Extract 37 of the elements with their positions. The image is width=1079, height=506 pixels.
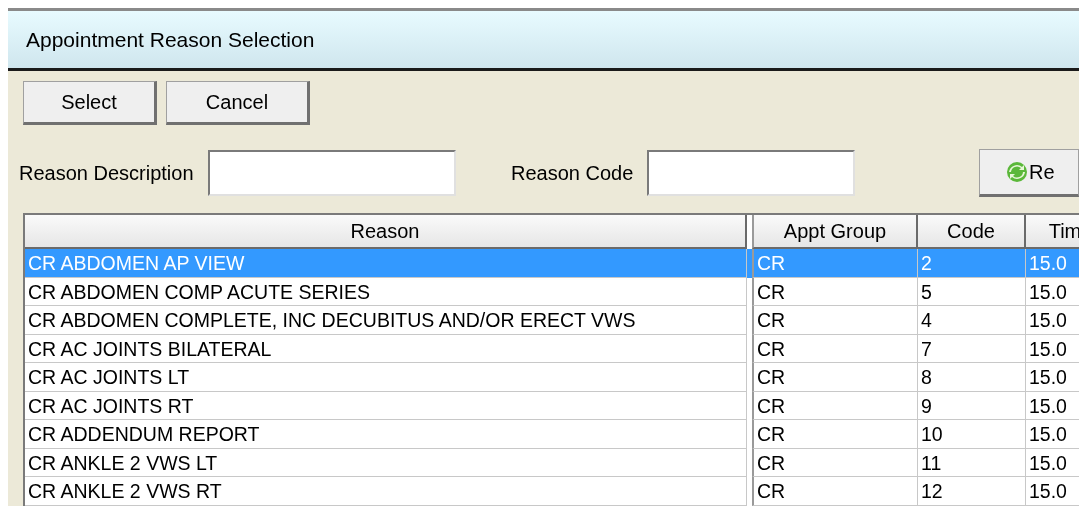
- table-row[interactable]: CR ANKLE 2 VWS RT CR 12 15.0: [25, 477, 1079, 506]
- table-row[interactable]: CR ANKLE 2 VWS LT CR 11 15.0: [25, 448, 1079, 477]
- table-cell: CR ABDOMEN COMPLETE, INC DECUBITUS AND/OR ERECT VWS: [25, 306, 747, 335]
- table-row[interactable]: CR ABDOMEN COMPLETE, INC DECUBITUS AND/OR ERECT VWS CR 4 15.0: [25, 306, 1079, 335]
- table-cell: 12: [918, 477, 1026, 506]
- table-cell: CR ANKLE 2 VWS RT: [25, 477, 747, 506]
- table-cell: 15.0: [1026, 249, 1079, 278]
- column-header[interactable]: Tim: [1026, 215, 1079, 249]
- table-row[interactable]: CR ADDENDUM REPORT CR 10 15.0: [25, 420, 1079, 449]
- refresh-button[interactable]: Re: [979, 149, 1079, 197]
- table-cell: 15.0: [1026, 363, 1079, 392]
- table-cell: 8: [918, 363, 1026, 392]
- table-cell: CR ABDOMEN AP VIEW: [25, 249, 747, 278]
- field-label: Reason Code: [511, 161, 634, 186]
- table-row[interactable]: CR AC JOINTS RT CR 9 15.0: [25, 391, 1079, 420]
- table-row[interactable]: CR AC JOINTS LT CR 8 15.0: [25, 363, 1079, 392]
- table-cell: CR AC JOINTS LT: [25, 363, 747, 392]
- table-row[interactable]: CR ABDOMEN COMP ACUTE SERIES CR 5 15.0: [25, 277, 1079, 306]
- dialog-button[interactable]: Select: [23, 81, 157, 125]
- table-cell: 15.0: [1026, 420, 1079, 449]
- column-header[interactable]: Code: [918, 215, 1026, 249]
- table-cell: 15.0: [1026, 477, 1079, 506]
- dialog-button[interactable]: Cancel: [166, 81, 310, 125]
- table-cell: 4: [918, 306, 1026, 335]
- column-header[interactable]: Appt Group: [752, 215, 918, 249]
- text-field[interactable]: [647, 150, 856, 196]
- table-cell: 15.0: [1026, 306, 1079, 335]
- table-cell: CR: [752, 477, 918, 506]
- table-row[interactable]: CR AC JOINTS BILATERAL CR 7 15.0: [25, 334, 1079, 363]
- table-cell: 2: [918, 249, 1026, 278]
- text-field[interactable]: [207, 150, 456, 196]
- window-title: Appointment Reason Selection: [26, 26, 315, 53]
- field-label: Reason Description: [19, 161, 194, 186]
- refresh-icon: [1006, 161, 1028, 183]
- table-cell: 10: [918, 420, 1026, 449]
- column-header[interactable]: Reason: [25, 215, 747, 249]
- table-cell: CR ADDENDUM REPORT: [25, 420, 747, 449]
